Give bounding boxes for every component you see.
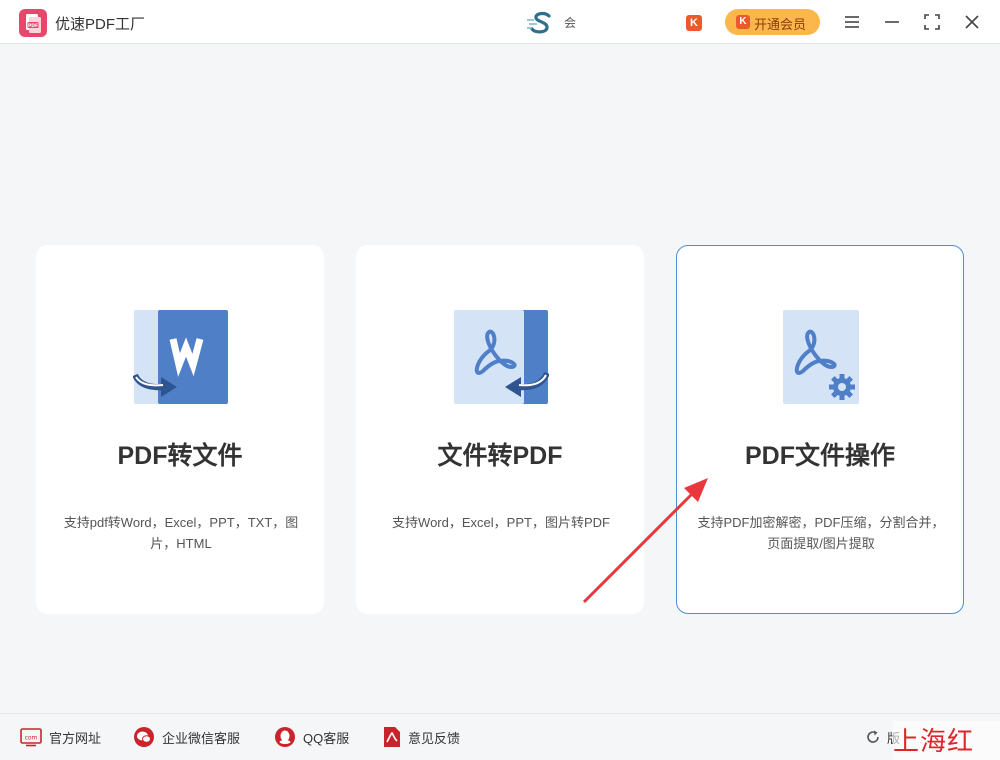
card-description: 支持pdf转Word，Excel，PPT，TXT，图片，HTML	[63, 515, 299, 551]
user-label: 会	[564, 16, 577, 30]
footer-link-label: QQ客服	[303, 730, 350, 746]
pdf-to-word-icon	[133, 309, 229, 405]
feedback-link[interactable]: 意见反馈	[383, 726, 460, 748]
footer-link-label: 企业微信客服	[162, 730, 241, 746]
minimize-icon[interactable]	[882, 12, 902, 32]
wechat-service-link[interactable]: 企业微信客服	[133, 726, 240, 748]
file-to-pdf-icon	[453, 309, 549, 405]
brand-s-icon	[527, 11, 555, 35]
card-title: 文件转PDF	[437, 442, 563, 470]
refresh-icon	[867, 730, 879, 743]
card-title: PDF文件操作	[744, 442, 895, 470]
qq-icon	[275, 727, 295, 747]
bottom-bar: com 官方网址 企业微信客服 QQ客服 意见反馈 版	[0, 713, 1000, 760]
app-title: 优速PDF工厂	[55, 16, 146, 33]
watermark-text: 上海红网	[893, 721, 1000, 760]
website-icon: com	[20, 728, 42, 747]
close-icon[interactable]	[962, 12, 982, 32]
maximize-icon[interactable]	[922, 12, 942, 32]
official-website-link[interactable]: com 官方网址	[20, 726, 101, 748]
vip-k-icon: K	[736, 15, 750, 29]
k-badge-icon[interactable]: K	[686, 15, 702, 31]
wechat-service-icon	[134, 727, 154, 747]
feedback-icon	[384, 727, 400, 747]
card-pdf-to-file[interactable]: PDF转文件 支持pdf转Word，Excel，PPT，TXT，图片，HTML	[36, 245, 324, 614]
pdf-operations-icon	[773, 309, 869, 405]
card-title: PDF转文件	[117, 442, 243, 470]
vip-button[interactable]: K 开通会员	[725, 9, 820, 35]
svg-text:com: com	[25, 735, 38, 742]
card-description: 支持PDF加密解密，PDF压缩，分割合并，页面提取/图片提取	[697, 515, 945, 551]
qq-service-link[interactable]: QQ客服	[274, 726, 349, 748]
vip-button-label: 开通会员	[754, 17, 807, 32]
card-pdf-operations[interactable]: PDF文件操作 支持PDF加密解密，PDF压缩，分割合并，页面提取/图片提取	[676, 245, 964, 614]
card-file-to-pdf[interactable]: 文件转PDF 支持Word，Excel，PPT，图片转PDF	[356, 245, 644, 614]
card-description: 支持Word，Excel，PPT，图片转PDF	[392, 515, 610, 530]
footer-link-label: 意见反馈	[408, 730, 461, 746]
app-logo-icon: PDF	[19, 9, 47, 37]
svg-text:PDF: PDF	[28, 23, 38, 29]
menu-icon[interactable]	[842, 12, 862, 32]
title-bar: PDF 优速PDF工厂 会 K K 开通会员	[0, 0, 1000, 44]
footer-link-label: 官方网址	[49, 730, 102, 746]
